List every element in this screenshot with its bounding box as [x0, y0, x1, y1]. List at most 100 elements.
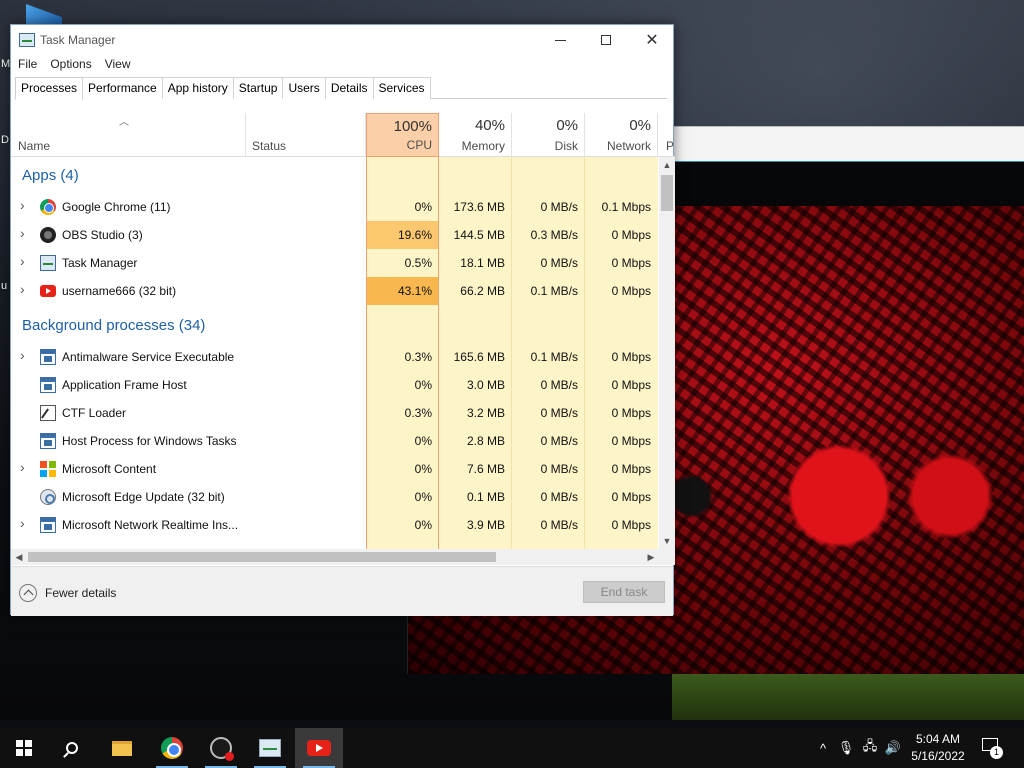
process-row[interactable]: Microsoft Edge Update (32 bit) 0% 0.1 MB 0 …: [11, 483, 658, 511]
group-header-apps[interactable]: Apps (4): [11, 157, 658, 193]
microphone-tray-button[interactable]: 🎙: [836, 728, 856, 768]
column-label: Disk: [554, 139, 578, 153]
obs-taskbar-button[interactable]: [197, 728, 245, 768]
network-cell: 0.1 Mbps: [601, 200, 651, 214]
start-button[interactable]: [0, 728, 48, 768]
process-row[interactable]: CTF Loader 0.3% 3.2 MB 0 MB/s 0 Mbps: [11, 399, 658, 427]
column-label: P: [666, 139, 675, 153]
memory-cell: 144.5 MB: [453, 228, 505, 242]
edge-update-icon: [40, 489, 56, 505]
scroll-down-icon[interactable]: ▼: [659, 533, 675, 549]
memory-cell: 7.6 MB: [466, 462, 505, 476]
task-manager-taskbar-button[interactable]: [246, 728, 294, 768]
memory-cell: 165.6 MB: [453, 350, 505, 364]
cpu-cell: 0.3%: [404, 350, 432, 364]
menu-options[interactable]: Options: [43, 55, 97, 75]
group-header-background[interactable]: Background processes (34): [11, 307, 658, 343]
horizontal-scrollbar[interactable]: ◀ ▶: [11, 549, 675, 565]
tab-services[interactable]: Services: [372, 77, 431, 99]
process-row[interactable]: › Task Manager 0.5% 18.1 MB 0 MB/s 0 Mbps: [11, 249, 658, 277]
process-name: OBS Studio (3): [62, 228, 143, 242]
process-row[interactable]: Application Frame Host 0% 3.0 MB 0 MB/s 0 Mb…: [11, 371, 658, 399]
scroll-left-icon[interactable]: ◀: [11, 549, 27, 565]
process-list: Apps (4) › Google Chrome (11) 0% 173.6 MB 0 M…: [11, 157, 658, 549]
column-header-memory[interactable]: 40% Memory: [439, 113, 512, 157]
network-total-percent: 0%: [629, 117, 651, 134]
tab-processes[interactable]: Processes: [15, 77, 84, 100]
column-header-row: ︿ Name Status 100% CPU 40% Memory 0% Dis…: [11, 113, 675, 157]
process-name: Application Frame Host: [62, 378, 187, 392]
network-cell: 0 Mbps: [611, 350, 651, 364]
scroll-right-icon[interactable]: ▶: [643, 549, 659, 565]
scroll-up-icon[interactable]: ▲: [659, 157, 675, 173]
menu-file[interactable]: File: [11, 55, 43, 75]
desktop-shortcut-icon[interactable]: [26, 4, 62, 26]
column-header-cpu[interactable]: 100% CPU: [366, 113, 439, 157]
volume-tray-button[interactable]: 🔊: [882, 728, 904, 768]
chrome-taskbar-button[interactable]: [148, 728, 196, 768]
column-header-disk[interactable]: 0% Disk: [512, 113, 585, 157]
show-hidden-icons-button[interactable]: ^: [812, 728, 834, 768]
expand-chevron-icon[interactable]: ›: [20, 281, 25, 297]
memory-cell: 3.0 MB: [466, 378, 505, 392]
column-header-network[interactable]: 0% Network: [585, 113, 658, 157]
expand-chevron-icon[interactable]: ›: [20, 347, 25, 363]
end-task-button[interactable]: End task: [583, 581, 665, 603]
minimize-icon: [554, 39, 566, 41]
youtube-icon: [307, 740, 331, 756]
network-icon: 🖧: [862, 738, 878, 753]
network-tray-button[interactable]: 🖧: [858, 728, 882, 768]
column-header-name[interactable]: Name: [11, 113, 246, 157]
process-row[interactable]: › Google Chrome (11) 0% 173.6 MB 0 MB/s 0.1 M…: [11, 193, 658, 221]
expand-chevron-icon[interactable]: ›: [20, 225, 25, 241]
microsoft-logo-icon: [40, 461, 56, 477]
process-row[interactable]: Host Process for Windows Tasks 0% 2.8 MB 0 …: [11, 427, 658, 455]
process-row[interactable]: › username666 (32 bit) 43.1% 66.2 MB 0.1 MB/…: [11, 277, 658, 305]
expand-chevron-icon[interactable]: ›: [20, 253, 25, 269]
tab-users[interactable]: Users: [282, 77, 326, 99]
column-label: Name: [18, 139, 51, 153]
tab-performance[interactable]: Performance: [82, 77, 163, 99]
task-manager-window[interactable]: Task Manager ✕ File Options View Process…: [10, 24, 675, 616]
background-window-dark-area[interactable]: [672, 162, 1024, 208]
expand-chevron-icon[interactable]: ›: [20, 197, 25, 213]
close-button[interactable]: ✕: [629, 25, 675, 55]
start-icon: [16, 740, 32, 756]
tab-startup[interactable]: Startup: [232, 77, 284, 99]
process-row[interactable]: › Antimalware Service Executable 0.3% 165.6…: [11, 343, 658, 371]
fewer-details-button[interactable]: Fewer details: [19, 583, 116, 603]
process-row[interactable]: › Microsoft Content 0% 7.6 MB 0 MB/s 0 Mbps: [11, 455, 658, 483]
ctf-loader-icon: [40, 405, 56, 421]
expand-chevron-icon[interactable]: ›: [20, 515, 25, 531]
column-header-status[interactable]: Status: [246, 113, 366, 157]
vertical-scrollbar[interactable]: ▲ ▼: [659, 157, 675, 549]
cpu-cell: 0%: [414, 490, 432, 504]
process-name: Host Process for Windows Tasks: [62, 434, 237, 448]
footer-bar: Fewer details End task: [11, 566, 673, 616]
vertical-scroll-thumb[interactable]: [661, 175, 673, 211]
memory-cell: 2.8 MB: [466, 434, 505, 448]
chevron-up-icon: ^: [819, 740, 827, 756]
process-row[interactable]: › Microsoft Network Realtime Ins... 0% 3.9 …: [11, 511, 658, 539]
search-button[interactable]: [48, 728, 96, 768]
menu-view[interactable]: View: [98, 55, 137, 75]
action-center-button[interactable]: 1: [980, 736, 1004, 760]
maximize-button[interactable]: [583, 25, 629, 55]
file-explorer-button[interactable]: [98, 728, 146, 768]
expand-chevron-icon[interactable]: ›: [20, 459, 25, 475]
tab-app-history[interactable]: App history: [161, 77, 234, 99]
network-cell: 0 Mbps: [611, 406, 651, 420]
process-row[interactable]: › OBS Studio (3) 19.6% 144.5 MB 0.3 MB/s 0 Mb…: [11, 221, 658, 249]
column-header-power[interactable]: P: [658, 113, 675, 157]
title-bar[interactable]: Task Manager ✕: [11, 25, 673, 55]
tab-details[interactable]: Details: [324, 77, 374, 99]
clock[interactable]: 5:04 AM 5/16/2022: [905, 731, 971, 765]
process-name: Google Chrome (11): [62, 200, 171, 214]
network-cell: 0 Mbps: [611, 228, 651, 242]
clock-time: 5:04 AM: [915, 732, 961, 746]
minimize-button[interactable]: [537, 25, 583, 55]
horizontal-scroll-thumb[interactable]: [28, 552, 496, 562]
cpu-cell: 0%: [414, 378, 432, 392]
memory-cell: 18.1 MB: [460, 256, 505, 270]
youtube-taskbar-button[interactable]: [295, 728, 343, 768]
